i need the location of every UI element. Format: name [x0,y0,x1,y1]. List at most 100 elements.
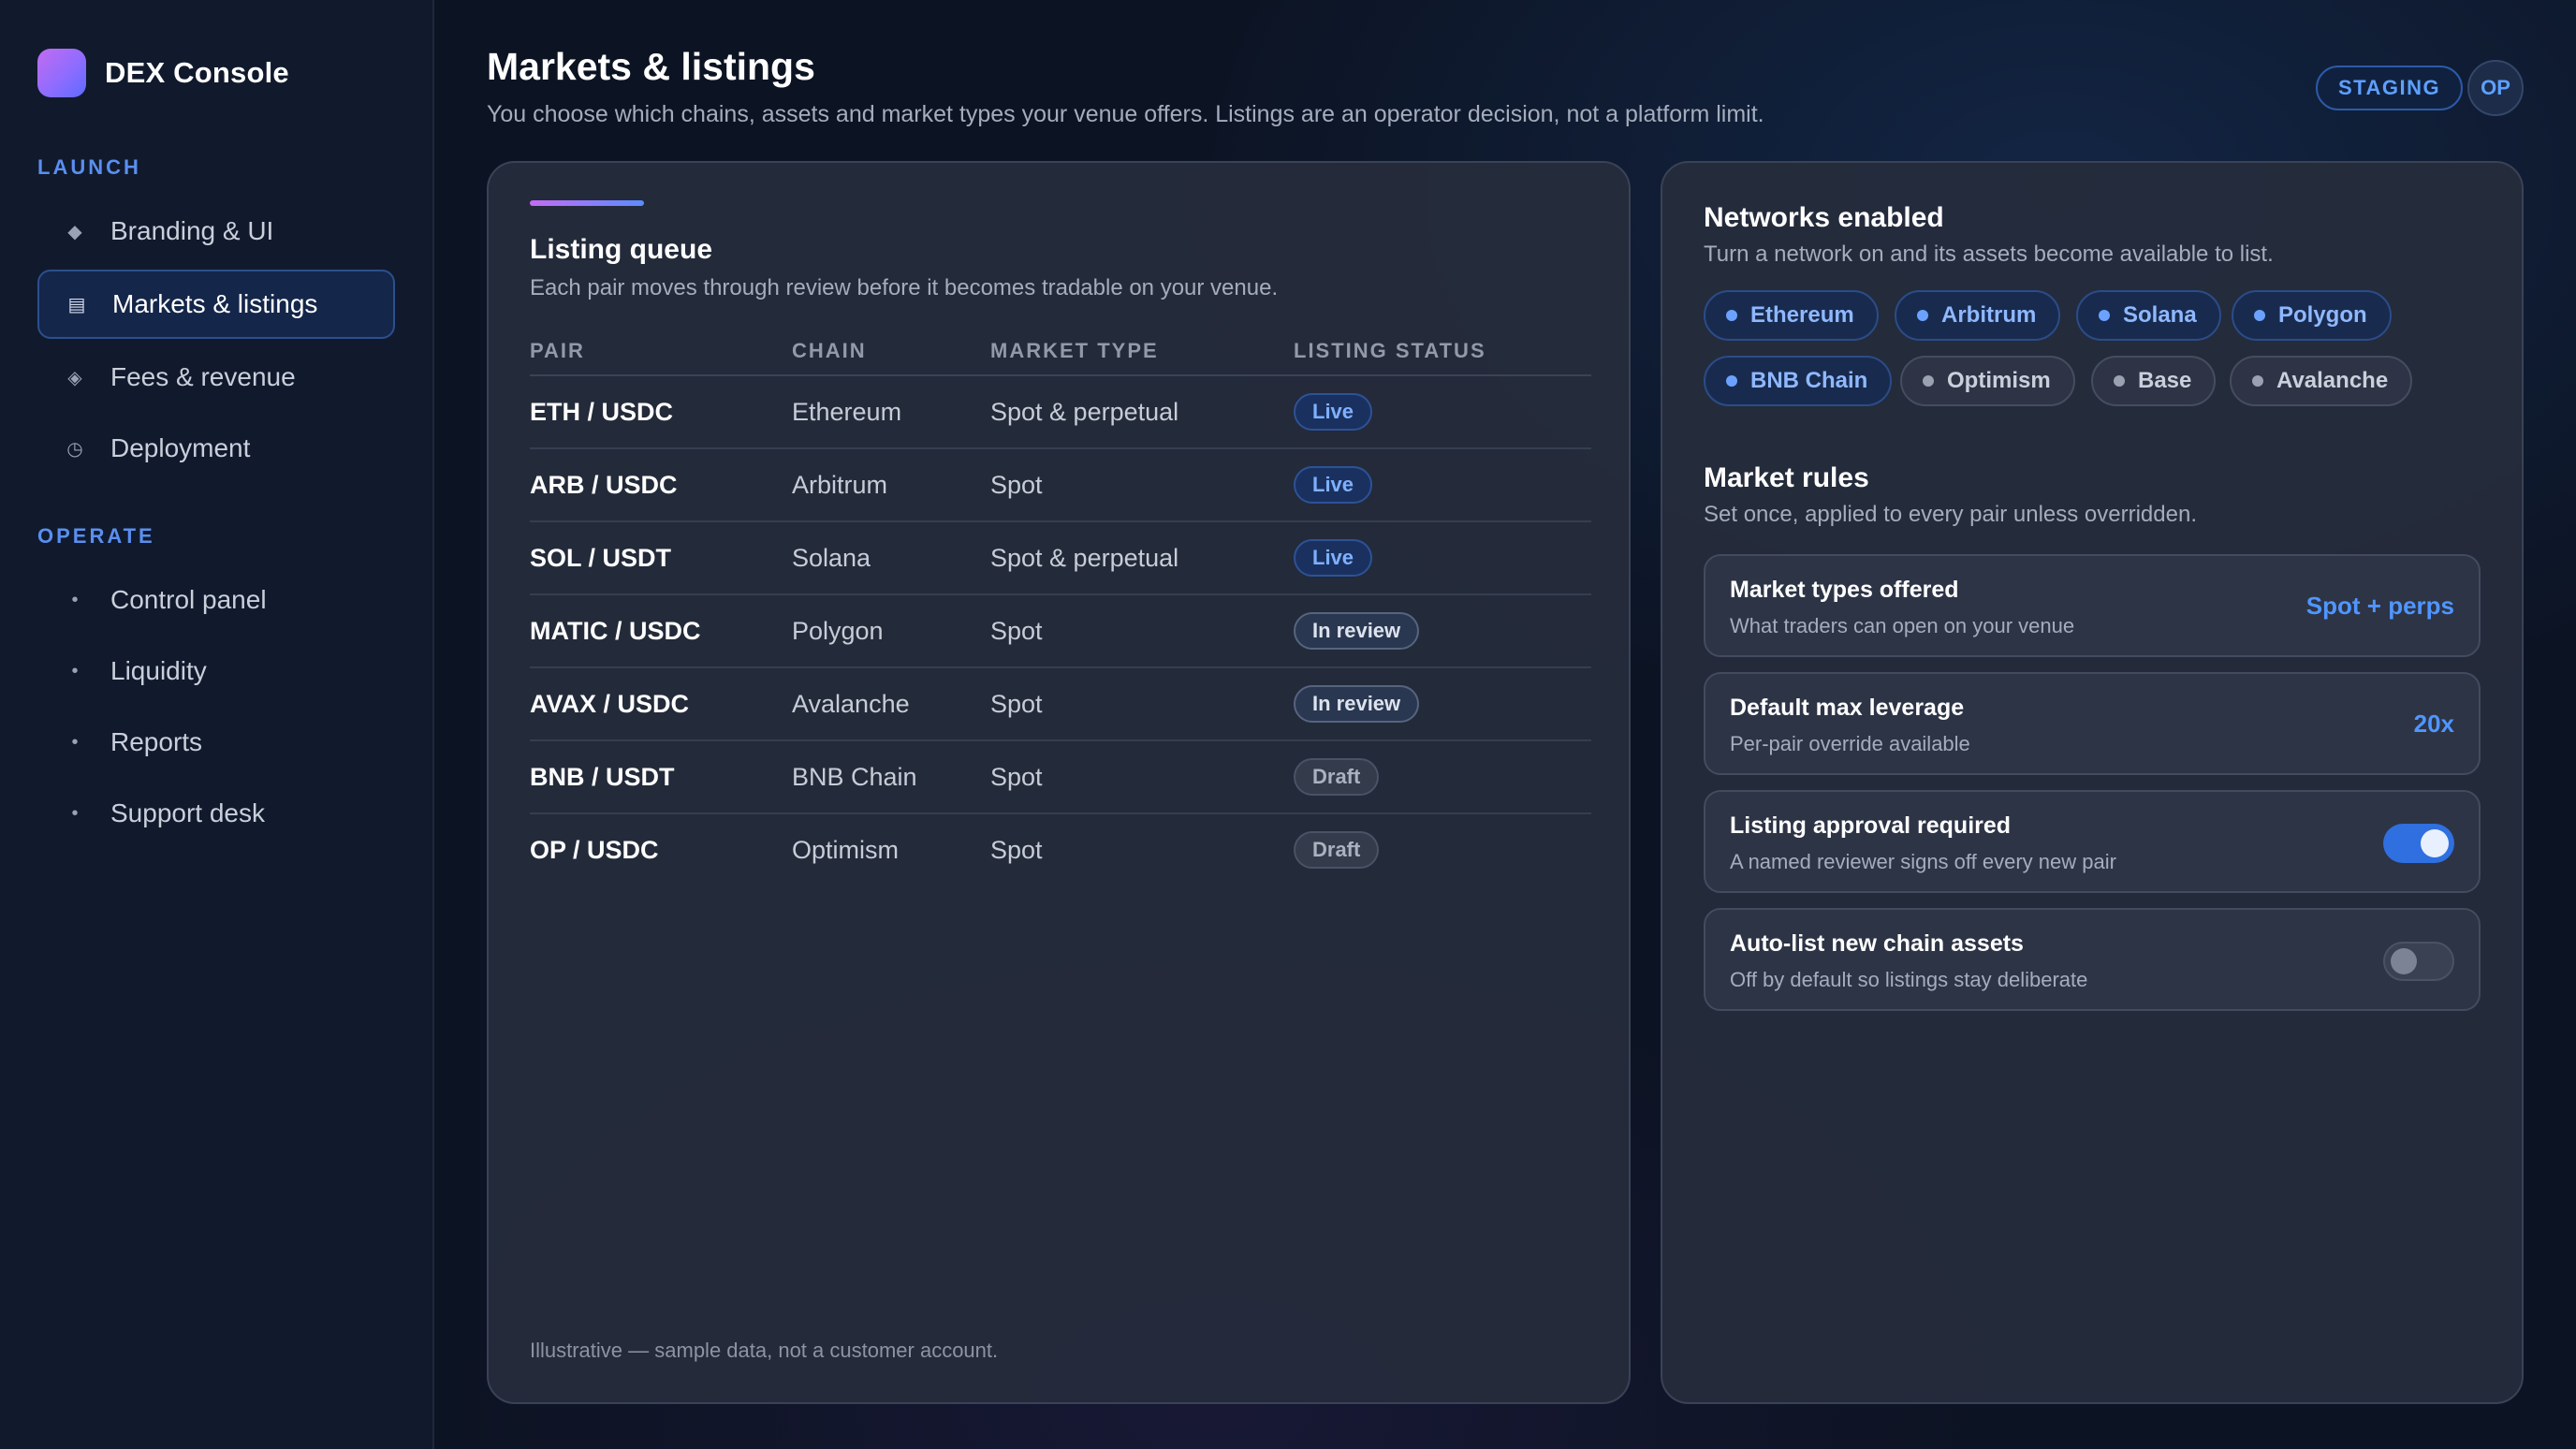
rule-title: Listing approval required [1730,812,2012,839]
network-chip-solana[interactable]: Solana [2076,290,2221,341]
nav-item-fees[interactable]: ◈ Fees & revenue [37,343,395,412]
rule-value[interactable]: Spot + perps [2306,592,2454,621]
table-row[interactable]: ARB / USDC Arbitrum Spot Live [530,449,1591,522]
status-dot-icon [1917,310,1928,321]
table-header: PAIR CHAIN MARKET TYPE LISTING STATUS [530,329,1591,376]
nav-item-reports[interactable]: • Reports [37,708,395,777]
status-dot-icon [2099,310,2110,321]
rule-listing-approval: Listing approval required A named review… [1704,790,2481,893]
market-type-cell: Spot [990,689,1043,718]
rule-max-leverage[interactable]: Default max leverage Per-pair override a… [1704,672,2481,775]
market-type-cell: Spot [990,762,1043,791]
rule-subtitle: Off by default so listings stay delibera… [1730,968,2088,991]
nav-item-markets[interactable]: ▤ Markets & listings [37,270,395,339]
status-badge: Draft [1294,758,1380,796]
nav-item-branding[interactable]: ◆ Branding & UI [37,197,395,266]
network-chip-ethereum[interactable]: Ethereum [1704,290,1879,341]
rule-subtitle: What traders can open on your venue [1730,614,2075,637]
status-badge: In review [1294,685,1420,723]
status-dot-icon [1726,375,1737,387]
table-row[interactable]: SOL / USDT Solana Spot & perpetual Live [530,522,1591,595]
nav-item-label: Reports [110,727,203,756]
market-type-cell: Spot [990,470,1043,499]
nav-item-label: Deployment [110,433,251,462]
chip-label: Base [2138,368,2192,393]
network-chip-optimism[interactable]: Optimism [1900,356,2075,406]
networks-title: Networks enabled [1704,202,1944,233]
pair-cell: ETH / USDC [530,397,674,426]
rule-title: Auto-list new chain assets [1730,930,2024,957]
table-row[interactable]: AVAX / USDC Avalanche Spot In review [530,668,1591,741]
market-type-cell: Spot & perpetual [990,543,1179,572]
nav-item-liquidity[interactable]: • Liquidity [37,637,395,706]
nav-item-control-panel[interactable]: • Control panel [37,565,395,635]
table-row[interactable]: MATIC / USDC Polygon Spot In review [530,595,1591,668]
rule-market-types[interactable]: Market types offered What traders can op… [1704,554,2481,657]
nav-section-operate: OPERATE [37,524,155,548]
status-badge: Live [1294,466,1373,504]
network-chip-base[interactable]: Base [2091,356,2217,406]
auto-list-toggle[interactable] [2383,942,2454,981]
rule-title: Default max leverage [1730,695,1965,721]
chip-label: Ethereum [1750,302,1854,328]
clock-icon: ◷ [66,438,83,460]
status-badge: In review [1294,612,1420,650]
chain-cell: Polygon [792,616,884,645]
chain-cell: Solana [792,543,871,572]
table-row[interactable]: BNB / USDT BNB Chain Spot Draft [530,741,1591,814]
chain-cell: Ethereum [792,397,902,426]
settings-card: Networks enabled Turn a network on and i… [1661,161,2524,1404]
network-chip-avalanche[interactable]: Avalanche [2230,356,2413,406]
sample-data-footnote: Illustrative — sample data, not a custom… [530,1339,999,1362]
column-header-chain: CHAIN [792,339,867,362]
chip-label: BNB Chain [1750,368,1868,393]
nav-item-deployment[interactable]: ◷ Deployment [37,414,395,483]
nav-section-launch: LAUNCH [37,155,141,179]
avatar[interactable]: OP [2467,60,2524,116]
network-chip-polygon[interactable]: Polygon [2232,290,2392,341]
listing-approval-toggle[interactable] [2383,824,2454,863]
rule-value[interactable]: 20x [2414,710,2454,739]
status-dot-icon [2252,375,2263,387]
market-type-cell: Spot [990,616,1043,645]
column-header-listing-status: LISTING STATUS [1294,339,1486,362]
status-badge: Draft [1294,831,1380,869]
nav-item-label: Control panel [110,585,267,614]
status-dot-icon [1923,375,1934,387]
status-badge: Live [1294,393,1373,431]
pair-cell: MATIC / USDC [530,616,701,645]
column-header-pair: PAIR [530,339,585,362]
table-row[interactable]: OP / USDC Optimism Spot Draft [530,814,1591,887]
brand-name: DEX Console [105,56,289,89]
network-chip-arbitrum[interactable]: Arbitrum [1895,290,2061,341]
rule-subtitle: Per-pair override available [1730,732,1970,755]
nav-item-label: Support desk [110,798,265,827]
network-chip-bnb-chain[interactable]: BNB Chain [1704,356,1893,406]
networks-subtitle: Turn a network on and its assets become … [1704,242,2274,267]
rule-title: Market types offered [1730,577,1959,603]
table-row[interactable]: ETH / USDC Ethereum Spot & perpetual Liv… [530,376,1591,449]
pair-cell: BNB / USDT [530,762,675,791]
bullet-icon: • [71,731,79,753]
chain-cell: Optimism [792,835,899,864]
status-badge: Live [1294,539,1373,577]
listing-queue-title: Listing queue [530,234,712,265]
page-title: Markets & listings [487,45,815,88]
chip-label: Avalanche [2276,368,2389,393]
market-type-cell: Spot & perpetual [990,397,1179,426]
market-type-cell: Spot [990,835,1043,864]
environment-badge[interactable]: STAGING [2316,66,2464,110]
sidebar: DEX Console LAUNCH ◆ Branding & UI ▤ Mar… [0,0,434,1449]
status-dot-icon [2254,310,2265,321]
listing-queue-subtitle: Each pair moves through review before it… [530,275,1279,300]
pair-cell: AVAX / USDC [530,689,690,718]
pair-cell: SOL / USDT [530,543,672,572]
chain-cell: BNB Chain [792,762,917,791]
bullet-icon: • [71,660,79,681]
nav-item-support-desk[interactable]: • Support desk [37,779,395,848]
market-rules-title: Market rules [1704,462,1869,493]
brand[interactable]: DEX Console [37,49,289,97]
list-icon: ▤ [67,294,86,315]
accent-bar [530,200,644,206]
rule-auto-list: Auto-list new chain assets Off by defaul… [1704,908,2481,1011]
